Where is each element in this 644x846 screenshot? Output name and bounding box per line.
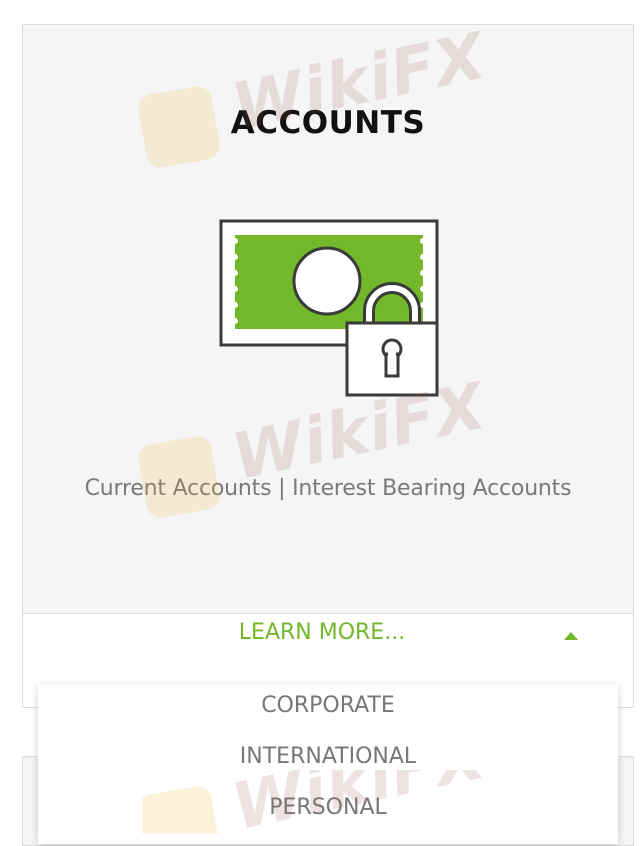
card-subtitle: Current Accounts | Interest Bearing Acco… — [84, 476, 572, 501]
caret-up-icon[interactable] — [564, 632, 578, 640]
learn-more-link[interactable]: LEARN MORE... — [0, 620, 644, 645]
menu-item-personal[interactable]: PERSONAL — [38, 786, 618, 837]
menu-item-corporate[interactable]: CORPORATE — [38, 684, 618, 735]
cash-padlock-icon — [219, 219, 439, 401]
accounts-card: ACCOUNTS Current Accounts | Interest Bea… — [22, 24, 634, 708]
menu-item-international[interactable]: INTERNATIONAL — [38, 735, 618, 786]
learn-more-dropdown: CORPORATE INTERNATIONAL PERSONAL — [38, 684, 618, 844]
card-title: ACCOUNTS — [230, 105, 426, 141]
